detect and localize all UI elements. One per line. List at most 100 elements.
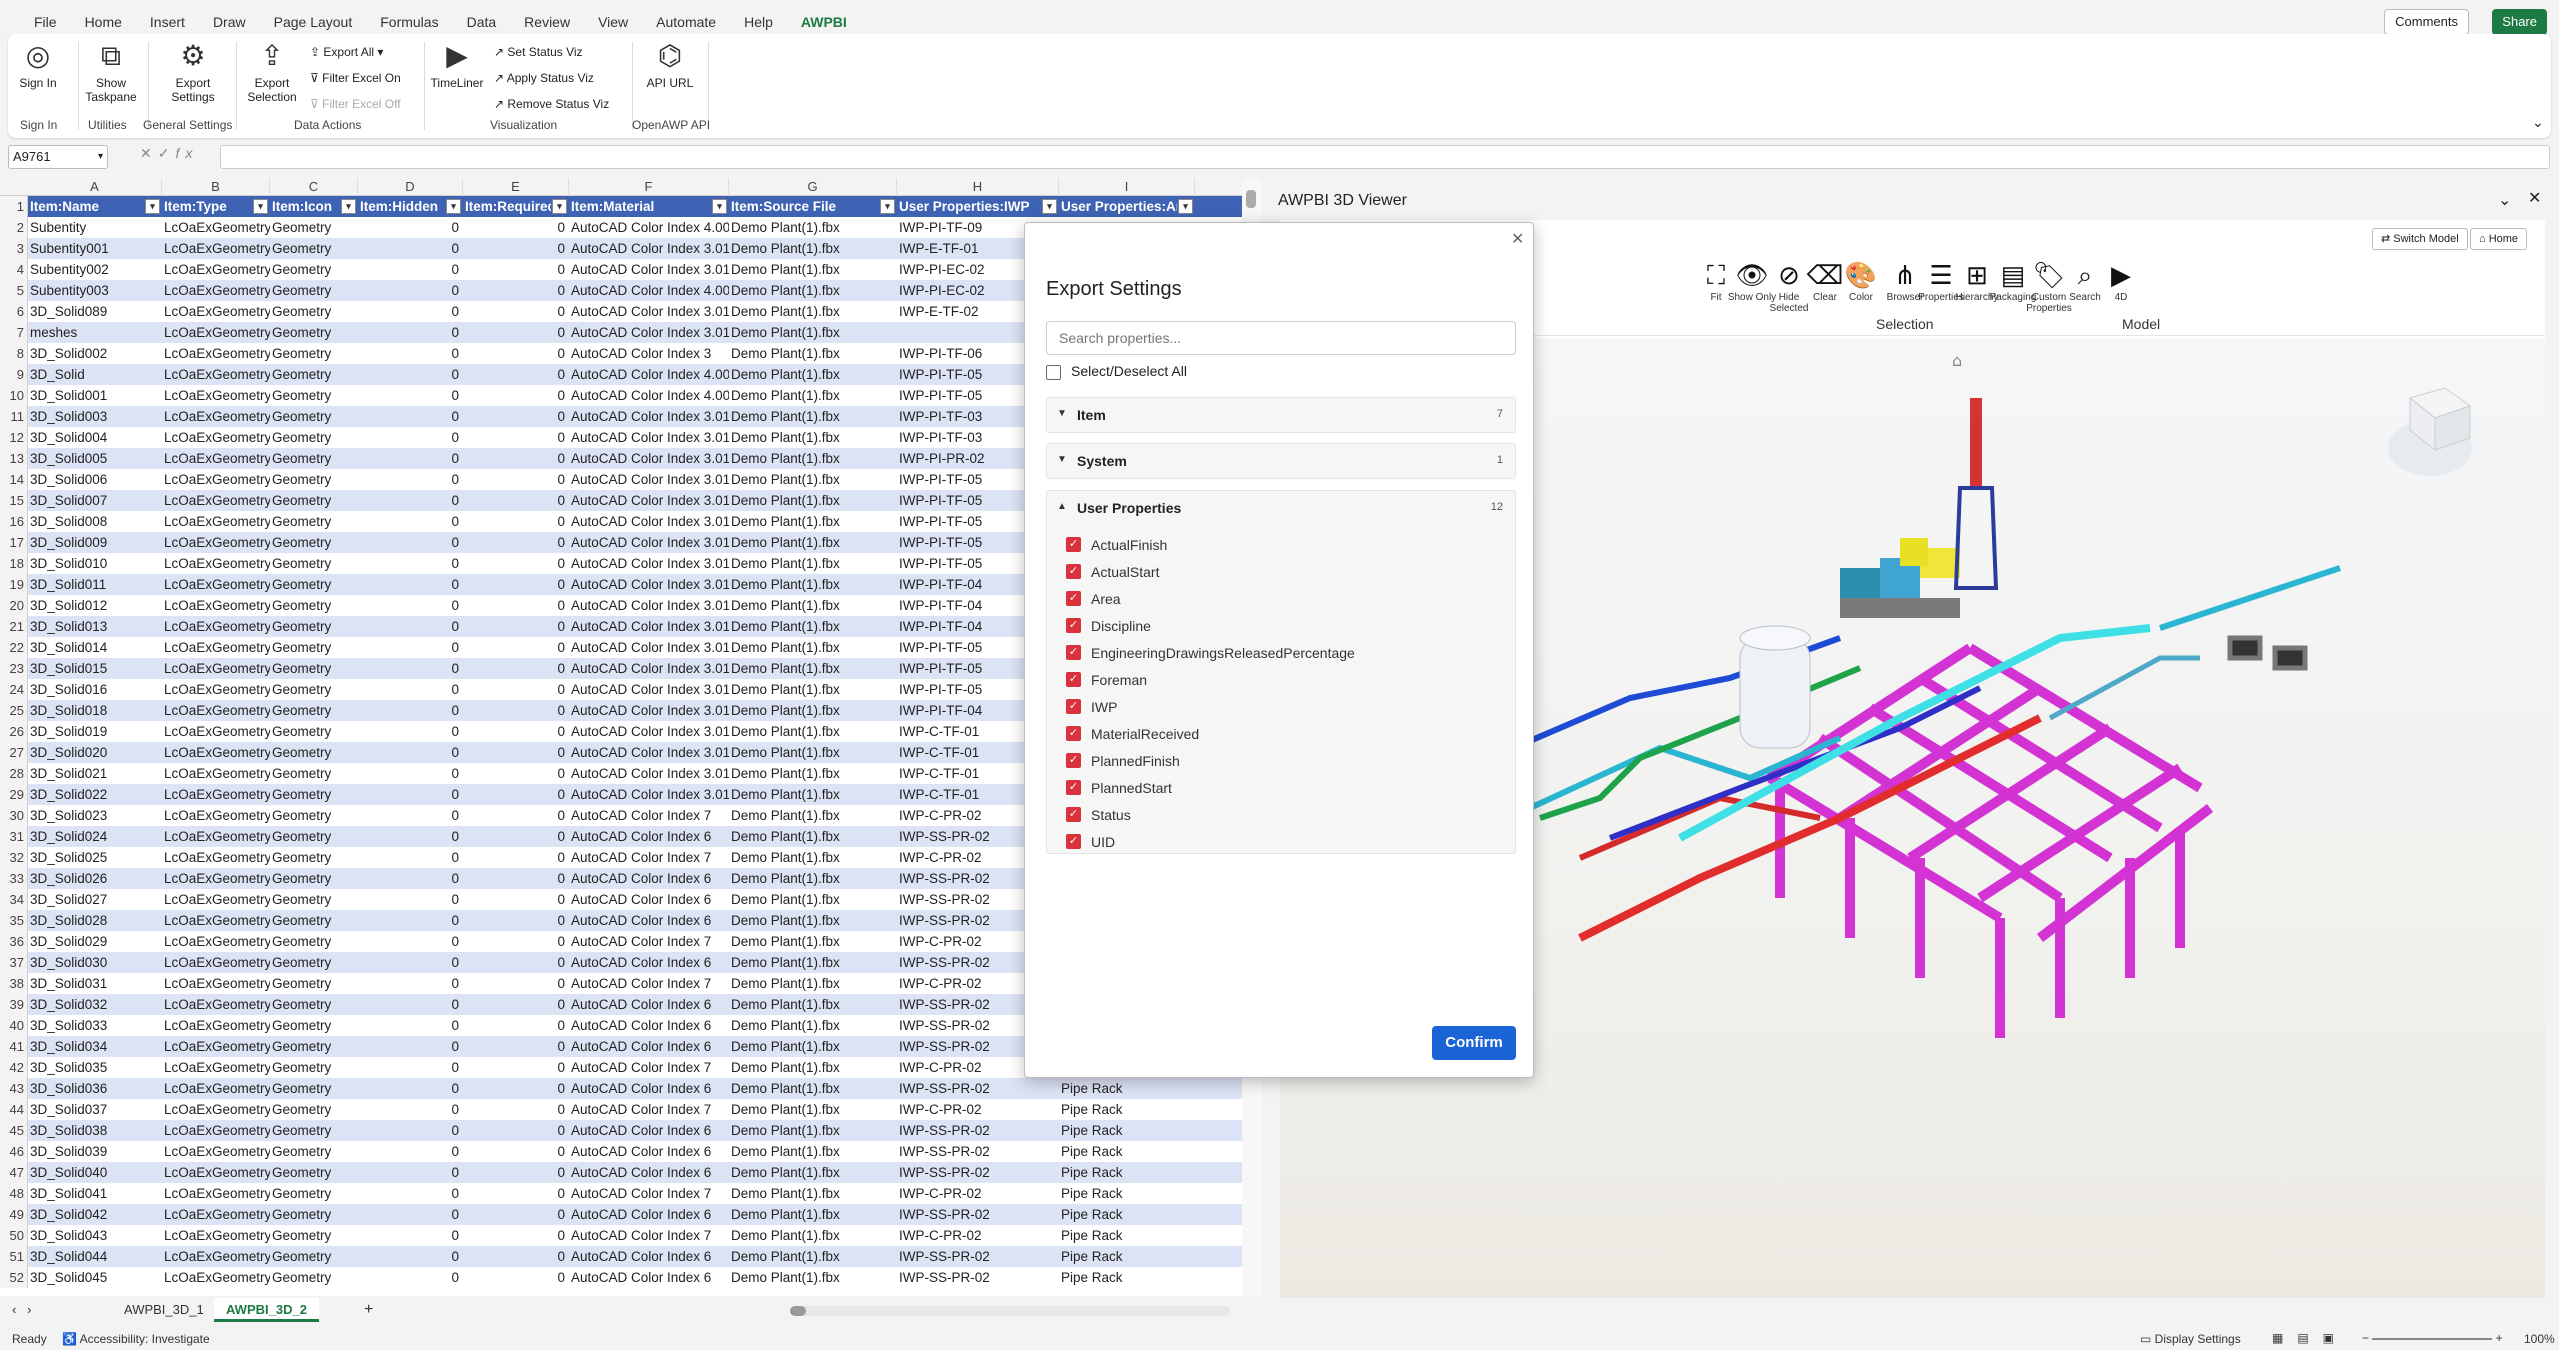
table-cell[interactable]: Pipe Rack bbox=[1059, 1099, 1195, 1120]
table-cell[interactable]: Demo Plant(1).fbx bbox=[729, 490, 897, 511]
table-cell[interactable]: LcOaExGeometry bbox=[162, 259, 270, 280]
table-cell[interactable]: 0 bbox=[463, 847, 569, 868]
table-cell[interactable]: AutoCAD Color Index 3.015 bbox=[569, 637, 729, 658]
table-cell[interactable]: LcOaExGeometry bbox=[162, 973, 270, 994]
table-cell[interactable]: 3D_Solid019 bbox=[28, 721, 162, 742]
row-header[interactable]: 13 bbox=[0, 448, 28, 469]
table-cell[interactable]: 3D_Solid032 bbox=[28, 994, 162, 1015]
chevron-up-icon[interactable]: ▲ bbox=[1057, 501, 1067, 512]
table-cell[interactable]: LcOaExGeometry bbox=[162, 889, 270, 910]
table-cell[interactable]: 0 bbox=[463, 679, 569, 700]
row-header[interactable]: 4 bbox=[0, 259, 28, 280]
section-system[interactable]: ▼ System 1 bbox=[1046, 443, 1516, 479]
table-cell[interactable]: AutoCAD Color Index 7 bbox=[569, 805, 729, 826]
table-cell[interactable]: AutoCAD Color Index 4.002 bbox=[569, 364, 729, 385]
row-header[interactable]: 35 bbox=[0, 910, 28, 931]
table-cell[interactable]: 0 bbox=[463, 364, 569, 385]
table-cell[interactable]: LcOaExGeometry bbox=[162, 385, 270, 406]
column-header-g[interactable]: G bbox=[729, 178, 897, 196]
row-header[interactable]: 28 bbox=[0, 763, 28, 784]
table-cell[interactable]: 3D_Solid009 bbox=[28, 532, 162, 553]
table-cell[interactable]: LcOaExGeometry bbox=[162, 868, 270, 889]
table-cell[interactable]: IWP-SS-PR-02 bbox=[897, 1204, 1059, 1225]
table-cell[interactable]: Demo Plant(1).fbx bbox=[729, 1120, 897, 1141]
table-cell[interactable]: AutoCAD Color Index 6 bbox=[569, 1246, 729, 1267]
table-cell[interactable]: Demo Plant(1).fbx bbox=[729, 469, 897, 490]
comments-button[interactable]: Comments bbox=[2384, 9, 2469, 35]
table-cell[interactable]: Geometry bbox=[270, 511, 358, 532]
apply-status-viz-button[interactable]: ↗ Apply Status Viz bbox=[494, 70, 594, 86]
table-cell[interactable]: 3D_Solid041 bbox=[28, 1183, 162, 1204]
row-header[interactable]: 15 bbox=[0, 490, 28, 511]
table-cell[interactable]: 0 bbox=[463, 1099, 569, 1120]
table-cell[interactable]: 3D_Solid089 bbox=[28, 301, 162, 322]
table-cell[interactable]: 0 bbox=[463, 1204, 569, 1225]
table-row[interactable]: 3D_Solid044 LcOaExGeometry Geometry 0 0 AutoC… bbox=[28, 1246, 1242, 1267]
checkbox-engineeringdrawingsreleasedpercentage[interactable]: ✓ bbox=[1066, 645, 1081, 660]
table-cell[interactable]: Geometry bbox=[270, 868, 358, 889]
table-cell[interactable]: Demo Plant(1).fbx bbox=[729, 931, 897, 952]
table-cell[interactable]: AutoCAD Color Index 4.002 bbox=[569, 280, 729, 301]
row-header[interactable]: 41 bbox=[0, 1036, 28, 1057]
row-header[interactable]: 17 bbox=[0, 532, 28, 553]
table-cell[interactable]: Geometry bbox=[270, 847, 358, 868]
chevron-down-icon[interactable]: ▼ bbox=[1057, 408, 1067, 419]
table-cell[interactable]: IWP-SS-PR-02 bbox=[897, 1267, 1059, 1288]
table-cell[interactable]: Demo Plant(1).fbx bbox=[729, 742, 897, 763]
table-cell[interactable]: LcOaExGeometry bbox=[162, 658, 270, 679]
table-cell[interactable]: 3D_Solid023 bbox=[28, 805, 162, 826]
table-cell[interactable]: 3D_Solid034 bbox=[28, 1036, 162, 1057]
table-cell[interactable]: 0 bbox=[358, 700, 463, 721]
table-cell[interactable]: Pipe Rack bbox=[1059, 1078, 1195, 1099]
table-cell[interactable]: 0 bbox=[358, 1204, 463, 1225]
table-cell[interactable]: LcOaExGeometry bbox=[162, 322, 270, 343]
table-cell[interactable]: Demo Plant(1).fbx bbox=[729, 1036, 897, 1057]
checkbox-plannedstart[interactable]: ✓ bbox=[1066, 780, 1081, 795]
api-url-button[interactable]: ⌬ API URL bbox=[640, 40, 700, 90]
table-cell[interactable]: Geometry bbox=[270, 952, 358, 973]
table-cell[interactable]: 3D_Solid016 bbox=[28, 679, 162, 700]
table-cell[interactable]: 3D_Solid036 bbox=[28, 1078, 162, 1099]
table-cell[interactable]: 0 bbox=[358, 238, 463, 259]
table-cell[interactable]: Geometry bbox=[270, 1036, 358, 1057]
row-header[interactable]: 16 bbox=[0, 511, 28, 532]
table-cell[interactable]: 0 bbox=[463, 280, 569, 301]
table-cell[interactable]: 0 bbox=[463, 553, 569, 574]
table-cell[interactable]: Geometry bbox=[270, 763, 358, 784]
table-cell[interactable]: LcOaExGeometry bbox=[162, 616, 270, 637]
table-cell[interactable]: 3D_Solid021 bbox=[28, 763, 162, 784]
table-cell[interactable]: 0 bbox=[463, 595, 569, 616]
pane-options-icon[interactable]: ⌄ bbox=[2498, 190, 2511, 210]
table-cell[interactable]: 0 bbox=[463, 805, 569, 826]
row-header[interactable]: 11 bbox=[0, 406, 28, 427]
table-cell[interactable]: Geometry bbox=[270, 973, 358, 994]
row-header[interactable]: 18 bbox=[0, 553, 28, 574]
table-cell[interactable]: Pipe Rack bbox=[1059, 1246, 1195, 1267]
table-cell[interactable]: Pipe Rack bbox=[1059, 1204, 1195, 1225]
table-cell[interactable]: 3D_Solid029 bbox=[28, 931, 162, 952]
table-cell[interactable]: AutoCAD Color Index 3.015 bbox=[569, 406, 729, 427]
table-row[interactable]: 3D_Solid040 LcOaExGeometry Geometry 0 0 AutoC… bbox=[28, 1162, 1242, 1183]
table-cell[interactable]: 0 bbox=[463, 910, 569, 931]
table-cell[interactable]: Geometry bbox=[270, 826, 358, 847]
table-cell[interactable]: LcOaExGeometry bbox=[162, 1036, 270, 1057]
table-cell[interactable]: LcOaExGeometry bbox=[162, 952, 270, 973]
tab-awpbi-3d-1[interactable]: AWPBI_3D_1 bbox=[112, 1298, 216, 1322]
table-cell[interactable]: Geometry bbox=[270, 469, 358, 490]
table-cell[interactable]: 0 bbox=[463, 763, 569, 784]
table-cell[interactable]: Geometry bbox=[270, 322, 358, 343]
table-cell[interactable]: 3D_Solid015 bbox=[28, 658, 162, 679]
table-cell[interactable]: LcOaExGeometry bbox=[162, 931, 270, 952]
table-cell[interactable]: Geometry bbox=[270, 1225, 358, 1246]
table-cell[interactable]: Geometry bbox=[270, 889, 358, 910]
table-cell[interactable]: 3D_Solid002 bbox=[28, 343, 162, 364]
table-cell[interactable]: 0 bbox=[463, 301, 569, 322]
table-cell[interactable]: 0 bbox=[358, 1246, 463, 1267]
table-cell[interactable]: 0 bbox=[358, 1120, 463, 1141]
table-cell[interactable]: AutoCAD Color Index 3.015 bbox=[569, 553, 729, 574]
table-cell[interactable]: LcOaExGeometry bbox=[162, 1057, 270, 1078]
table-cell[interactable]: LcOaExGeometry bbox=[162, 301, 270, 322]
table-cell[interactable]: Demo Plant(1).fbx bbox=[729, 1141, 897, 1162]
row-header[interactable]: 34 bbox=[0, 889, 28, 910]
column-header-e[interactable]: E bbox=[463, 178, 569, 196]
